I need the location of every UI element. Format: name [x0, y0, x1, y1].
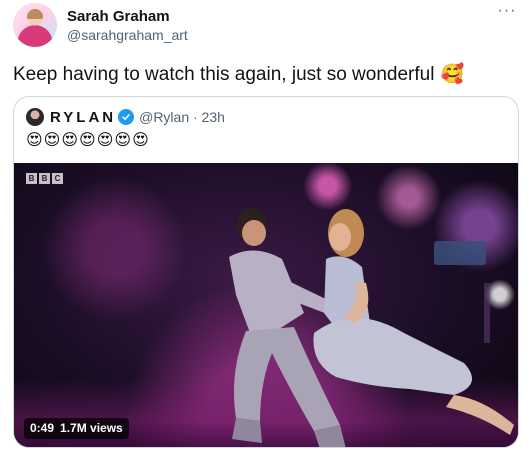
- video-views: 1.7M views: [60, 421, 123, 435]
- quoted-author-name: RYLAN: [50, 108, 117, 126]
- smiling-hearts-emoji: 🥰: [440, 64, 465, 85]
- video-duration: 0:49: [30, 421, 55, 435]
- author-name[interactable]: Sarah Graham: [67, 8, 170, 25]
- quoted-handle-time: @Rylan · 23h: [139, 109, 225, 125]
- tweet-text: Keep having to watch this again, just so…: [13, 63, 464, 87]
- author-handle[interactable]: @sarahgraham_art: [67, 27, 188, 43]
- tweet-body: Keep having to watch this again, just so…: [13, 64, 435, 85]
- verified-badge-icon: [118, 109, 135, 125]
- video-player[interactable]: B B C 0:49 1.7M views: [14, 163, 518, 447]
- bbc-logo-letter: C: [52, 173, 63, 184]
- bbc-logo: B B C: [26, 173, 63, 184]
- dancers-image: [229, 208, 514, 447]
- more-options-icon[interactable]: ···: [495, 3, 519, 23]
- avatar[interactable]: [13, 3, 57, 47]
- bbc-logo-letter: B: [39, 173, 50, 184]
- video-meta-badge: 0:49 1.7M views: [24, 418, 129, 439]
- bbc-logo-letter: B: [26, 173, 37, 184]
- quoted-tweet-header: RYLAN @Rylan · 23h: [26, 107, 225, 127]
- tweet-header: Sarah Graham @sarahgraham_art ···: [13, 3, 519, 49]
- quoted-text: 😍😍😍😍😍😍😍: [26, 132, 150, 149]
- quoted-tweet[interactable]: RYLAN @Rylan · 23h 😍😍😍😍😍😍😍 B B C 0:49 1.…: [13, 96, 519, 448]
- quoted-avatar: [26, 108, 44, 126]
